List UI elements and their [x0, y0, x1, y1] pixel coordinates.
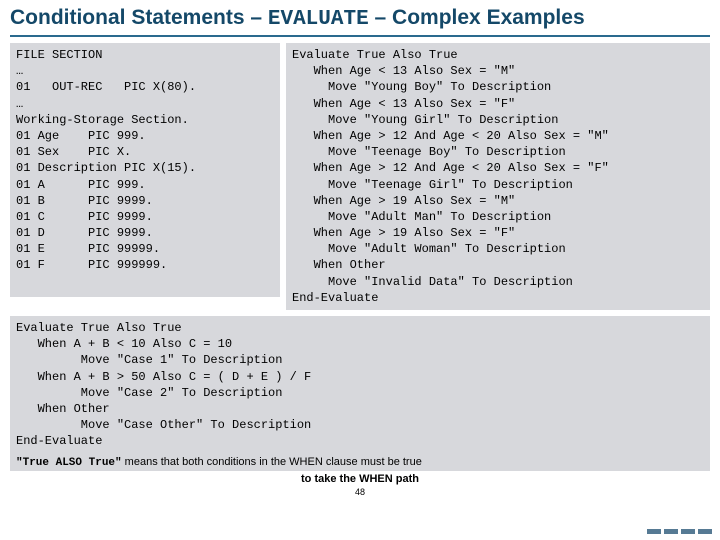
code-bottom: Evaluate True Also True When A + B < 10 … — [10, 316, 710, 454]
footnote-tail: means that both conditions in the WHEN c… — [122, 456, 422, 468]
page-number: 48 — [10, 487, 710, 497]
code-right: Evaluate True Also True When Age < 13 Al… — [286, 43, 710, 310]
code-left: FILE SECTION … 01 OUT-REC PIC X(80). … W… — [10, 43, 280, 297]
decor-bar — [681, 529, 695, 534]
slide-title: Conditional Statements – EVALUATE – Comp… — [10, 6, 710, 37]
title-pre: Conditional Statements – — [10, 6, 268, 29]
footnote-quote: "True ALSO True" — [16, 457, 122, 469]
footnote-line2: to take the WHEN path — [10, 473, 710, 485]
decor-bar — [698, 529, 712, 534]
footnote-line1: "True ALSO True" means that both conditi… — [10, 454, 710, 471]
title-post: – Complex Examples — [369, 6, 585, 29]
code-columns: FILE SECTION … 01 OUT-REC PIC X(80). … W… — [10, 43, 710, 310]
slide: Conditional Statements – EVALUATE – Comp… — [0, 0, 720, 540]
title-mono: EVALUATE — [268, 8, 369, 31]
corner-decor — [647, 529, 712, 534]
decor-bar — [664, 529, 678, 534]
decor-bar — [647, 529, 661, 534]
